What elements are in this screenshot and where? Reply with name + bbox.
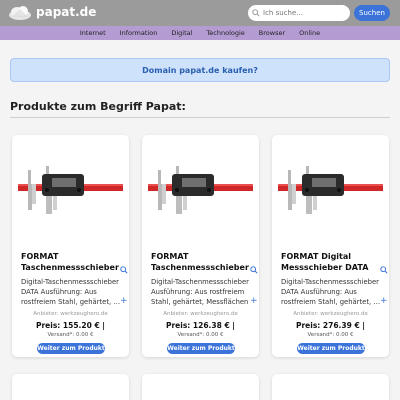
header-bar: papat.de Suchen [0, 0, 400, 26]
banner-link[interactable]: Domain papat.de kaufen? [142, 66, 258, 75]
expand-plus-icon[interactable]: + [380, 296, 388, 306]
search-input[interactable] [263, 9, 343, 17]
product-description: Digital-Taschenmessschieber DATA Ausführ… [21, 278, 121, 306]
search-icon [252, 9, 260, 17]
zoom-icon[interactable] [120, 266, 128, 274]
product-title[interactable]: FORMAT Taschenmessschieber [151, 251, 251, 273]
caliper-image[interactable] [272, 160, 389, 220]
caliper-image[interactable] [142, 160, 259, 220]
product-card-partial [142, 374, 259, 400]
product-description: Digital-Taschenmessschieber DATA Ausführ… [281, 278, 381, 306]
caliper-image[interactable] [12, 160, 129, 220]
search-box[interactable] [248, 5, 350, 21]
zoom-icon[interactable] [380, 266, 388, 274]
product-card-partial [272, 374, 389, 400]
domain-banner[interactable]: Domain papat.de kaufen? [10, 58, 390, 82]
price-label: Preis: 126.38 € | [165, 321, 236, 330]
nav-item-online[interactable]: Online [299, 29, 320, 37]
nav-item-digital[interactable]: Digital [171, 29, 192, 37]
product-description: Digital-Taschenmessschieber Ausführung: … [151, 278, 249, 306]
product-button[interactable]: Weiter zum Produkt [297, 343, 365, 354]
product-card-partial [12, 374, 129, 400]
price-label: Preis: 155.20 € | [35, 321, 106, 330]
product-card: FORMAT Digital Messschieber DATA Digital… [272, 135, 389, 357]
product-title[interactable]: FORMAT Taschenmessschieber [21, 251, 121, 273]
cloud-logo-icon [9, 6, 31, 20]
section-title: Produkte zum Begriff Papat: [10, 100, 186, 113]
logo[interactable]: papat.de [8, 3, 96, 21]
expand-plus-icon[interactable]: + [250, 296, 258, 306]
vendor-label: Anbieter: werkzeughero.de [163, 311, 238, 317]
product-button[interactable]: Weiter zum Produkt [167, 343, 235, 354]
nav-item-browser[interactable]: Browser [259, 29, 285, 37]
divider [10, 117, 390, 118]
category-nav: Internet Information Digital Technologie… [0, 26, 400, 40]
price-label: Preis: 276.39 € | [295, 321, 366, 330]
expand-plus-icon[interactable]: + [120, 296, 128, 306]
search-button[interactable]: Suchen [354, 5, 390, 21]
shipping-label: Versand*: 0.00 € [47, 332, 94, 338]
product-title[interactable]: FORMAT Digital Messschieber DATA [281, 251, 381, 273]
nav-item-internet[interactable]: Internet [80, 29, 106, 37]
nav-item-information[interactable]: Information [120, 29, 158, 37]
product-card: FORMAT Taschenmessschieber Digital-Tasch… [12, 135, 129, 357]
vendor-label: Anbieter: werkzeughero.de [33, 311, 108, 317]
vendor-label: Anbieter: werkzeughero.de [293, 311, 368, 317]
shipping-label: Versand*: 0.00 € [177, 332, 224, 338]
zoom-icon[interactable] [250, 266, 258, 274]
logo-text: papat.de [36, 5, 97, 19]
product-card: FORMAT Taschenmessschieber Digital-Tasch… [142, 135, 259, 357]
shipping-label: Versand*: 0.00 € [307, 332, 354, 338]
nav-item-technologie[interactable]: Technologie [206, 29, 244, 37]
product-button[interactable]: Weiter zum Produkt [37, 343, 105, 354]
